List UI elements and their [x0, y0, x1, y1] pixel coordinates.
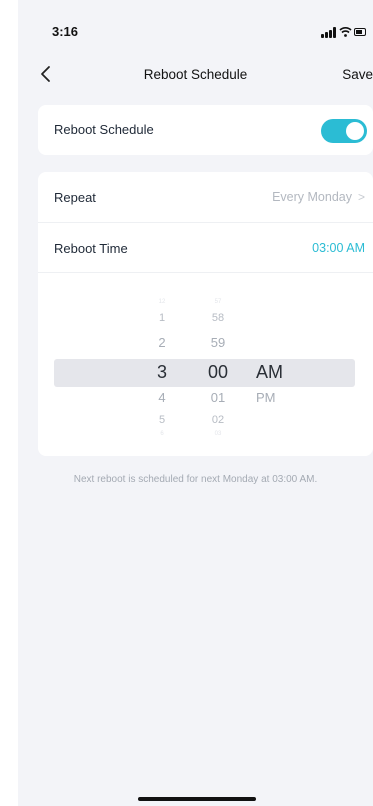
- wifi-icon: [339, 27, 352, 37]
- repeat-row[interactable]: Repeat Every Monday >: [38, 172, 373, 222]
- schedule-card: Repeat Every Monday > Reboot Time 03:00 A…: [38, 172, 373, 456]
- phone-screen: 3:16 Reboot Schedule Save Reboot Schedul…: [18, 0, 373, 806]
- hour-option[interactable]: 12: [142, 299, 182, 305]
- hour-option[interactable]: 1: [142, 312, 182, 324]
- time-picker[interactable]: 12 1 2 3 4 5 6 57 58 59 00 01 02 03 AM P…: [38, 272, 373, 457]
- home-indicator: [138, 797, 256, 801]
- minute-option[interactable]: 59: [198, 335, 238, 350]
- reboot-time-value: 03:00 AM: [312, 241, 365, 255]
- hour-option[interactable]: 2: [142, 335, 182, 350]
- next-reboot-note: Next reboot is scheduled for next Monday…: [73, 474, 318, 485]
- repeat-label: Repeat: [54, 190, 96, 205]
- repeat-value-wrap: Every Monday >: [272, 190, 365, 204]
- status-icons: [321, 25, 366, 39]
- nav-bar: Reboot Schedule Save: [18, 62, 373, 88]
- reboot-schedule-toggle[interactable]: [321, 119, 367, 143]
- signal-icon: [321, 27, 337, 38]
- status-bar: 3:16: [18, 0, 373, 62]
- toggle-knob: [346, 122, 364, 140]
- hour-option-selected[interactable]: 3: [142, 362, 182, 383]
- hour-option[interactable]: 4: [142, 390, 182, 405]
- page-title: Reboot Schedule: [143, 67, 248, 82]
- hour-option[interactable]: 6: [142, 431, 182, 437]
- period-option[interactable]: PM: [256, 390, 306, 405]
- save-button[interactable]: Save: [342, 67, 373, 82]
- reboot-schedule-toggle-card: Reboot Schedule: [38, 105, 373, 155]
- chevron-right-icon: >: [357, 190, 365, 204]
- status-time: 3:16: [52, 24, 79, 39]
- minute-option-selected[interactable]: 00: [198, 362, 238, 383]
- reboot-schedule-label: Reboot Schedule: [54, 122, 154, 137]
- reboot-time-row[interactable]: Reboot Time 03:00 AM: [38, 222, 373, 273]
- period-option-selected[interactable]: AM: [256, 362, 306, 383]
- repeat-value: Every Monday: [272, 190, 352, 204]
- minute-option[interactable]: 02: [198, 414, 238, 426]
- battery-icon: [354, 28, 366, 36]
- hour-option[interactable]: 5: [142, 414, 182, 426]
- minute-option[interactable]: 58: [198, 312, 238, 324]
- minute-option[interactable]: 01: [198, 390, 238, 405]
- minute-option[interactable]: 03: [198, 431, 238, 437]
- minute-option[interactable]: 57: [198, 299, 238, 305]
- reboot-time-label: Reboot Time: [54, 241, 128, 256]
